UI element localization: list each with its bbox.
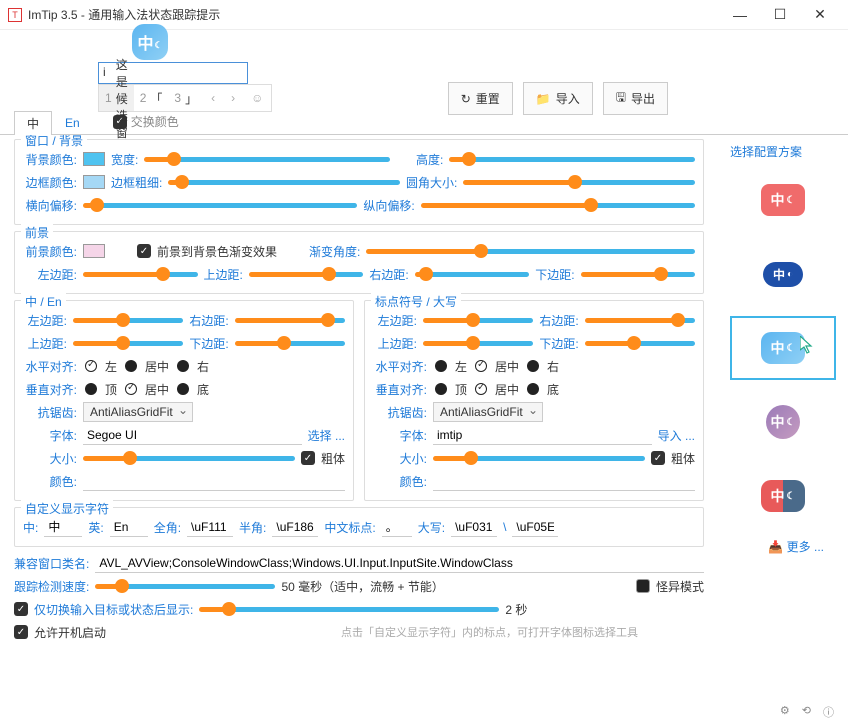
antialias-select[interactable]: AntiAliasGridFit bbox=[83, 402, 193, 422]
pc-bottom-slider[interactable] bbox=[585, 336, 695, 350]
char-cnpunct-input[interactable] bbox=[382, 518, 412, 537]
scheme-item-5[interactable]: 中☾ bbox=[730, 464, 836, 528]
color1-input[interactable] bbox=[83, 472, 345, 491]
valign-top-radio[interactable] bbox=[85, 383, 97, 395]
candidate-item[interactable]: 1这是候选窗 bbox=[99, 85, 134, 111]
font2-input[interactable] bbox=[433, 426, 652, 445]
pc-right-slider[interactable] bbox=[585, 313, 695, 327]
group-zh-en: 中 / En 左边距: 右边距: 上边距: 下边距: 水平对齐: 左 居中 右 … bbox=[14, 300, 354, 501]
candidate-emoji[interactable]: ☺ bbox=[243, 91, 271, 105]
candidate-next[interactable]: › bbox=[223, 91, 243, 105]
maximize-button[interactable]: ☐ bbox=[760, 1, 800, 29]
border-color-swatch[interactable] bbox=[83, 175, 105, 189]
candidate-item[interactable]: 2「 bbox=[134, 85, 169, 111]
pc-top-slider[interactable] bbox=[423, 336, 533, 350]
pc-valign-bottom-radio[interactable] bbox=[527, 383, 539, 395]
corner-slider[interactable] bbox=[463, 175, 695, 189]
h-offset-slider[interactable] bbox=[83, 198, 357, 212]
candidate-item[interactable]: 3」 bbox=[168, 85, 203, 111]
pc-halign-center-radio[interactable] bbox=[475, 360, 487, 372]
preview-badge: 中 bbox=[132, 24, 168, 60]
switch-show-check[interactable]: ✓ bbox=[14, 602, 28, 616]
fg-color-swatch[interactable] bbox=[83, 244, 105, 258]
tab-en[interactable]: En bbox=[52, 112, 93, 133]
char-full-input[interactable] bbox=[187, 518, 233, 537]
tab-zh[interactable]: 中 bbox=[14, 111, 52, 135]
close-button[interactable]: ✕ bbox=[800, 1, 840, 29]
switch-show-slider[interactable] bbox=[199, 602, 499, 616]
halign-center-radio[interactable] bbox=[125, 360, 137, 372]
app-icon: T bbox=[8, 8, 22, 22]
reset-button[interactable]: ↻ 重置 bbox=[448, 82, 513, 115]
bg-color-swatch[interactable] bbox=[83, 152, 105, 166]
pc-antialias-select[interactable]: AntiAliasGridFit bbox=[433, 402, 543, 422]
font-import-link[interactable]: 导入 ... bbox=[658, 427, 695, 444]
fg-bottom-slider[interactable] bbox=[581, 267, 696, 281]
more-schemes-link[interactable]: 📥 更多 ... bbox=[730, 538, 836, 555]
char-zh-input[interactable] bbox=[44, 518, 82, 537]
settings-icon[interactable]: ⚙ bbox=[780, 704, 790, 720]
font-select-link[interactable]: 选择 ... bbox=[308, 427, 345, 444]
size2-slider[interactable] bbox=[433, 451, 645, 465]
scheme-item-2[interactable]: 中◐ bbox=[730, 242, 836, 306]
minimize-button[interactable]: — bbox=[720, 1, 760, 29]
window-title: ImTip 3.5 - 通用输入法状态跟踪提示 bbox=[28, 6, 720, 23]
pc-valign-top-radio[interactable] bbox=[435, 383, 447, 395]
scheme-item-1[interactable]: 中☾ bbox=[730, 168, 836, 232]
candidate-prev[interactable]: ‹ bbox=[203, 91, 223, 105]
pc-halign-right-radio[interactable] bbox=[527, 360, 539, 372]
bold2-check[interactable]: ✓ bbox=[651, 451, 665, 465]
valign-center-radio[interactable] bbox=[125, 383, 137, 395]
zhen-left-slider[interactable] bbox=[73, 313, 183, 327]
color2-input[interactable] bbox=[433, 472, 695, 491]
halign-right-radio[interactable] bbox=[177, 360, 189, 372]
pc-left-slider[interactable] bbox=[423, 313, 533, 327]
detect-speed-slider[interactable] bbox=[95, 579, 275, 593]
width-slider[interactable] bbox=[144, 152, 390, 166]
valign-bottom-radio[interactable] bbox=[177, 383, 189, 395]
gradient-check[interactable]: ✓ bbox=[137, 244, 151, 258]
height-slider[interactable] bbox=[449, 152, 695, 166]
gradient-angle-slider[interactable] bbox=[366, 244, 695, 258]
scheme-item-3[interactable]: 中☾ bbox=[730, 316, 836, 380]
fg-top-slider[interactable] bbox=[249, 267, 364, 281]
zhen-top-slider[interactable] bbox=[73, 336, 183, 350]
group-custom-chars: 自定义显示字符 中: 英: 全角: 半角: 中文标点: 大写: \ bbox=[14, 507, 704, 547]
group-punct-caps: 标点符号 / 大写 左边距: 右边距: 上边距: 下边距: 水平对齐: 左 居中… bbox=[364, 300, 704, 501]
fg-left-slider[interactable] bbox=[83, 267, 198, 281]
scheme-panel: 选择配置方案 中☾ 中◐ 中☾ 中☾ 中☾ 📥 更多 ... bbox=[718, 135, 848, 719]
export-button[interactable]: 🖫 导出 bbox=[603, 82, 668, 115]
pc-valign-center-radio[interactable] bbox=[475, 383, 487, 395]
halign-left-radio[interactable] bbox=[85, 360, 97, 372]
bottom-bar: ⚙ ⟲ ⓘ bbox=[780, 704, 834, 720]
border-weight-slider[interactable] bbox=[168, 175, 400, 189]
zhen-bottom-slider[interactable] bbox=[235, 336, 345, 350]
char-half-input[interactable] bbox=[272, 518, 318, 537]
char-caps-input[interactable] bbox=[451, 518, 497, 537]
titlebar: T ImTip 3.5 - 通用输入法状态跟踪提示 — ☐ ✕ bbox=[0, 0, 848, 30]
startup-check[interactable]: ✓ bbox=[14, 625, 28, 639]
info-icon[interactable]: ⓘ bbox=[823, 704, 834, 720]
group-foreground: 前景 前景颜色: ✓ 前景到背景色渐变效果 渐变角度: 左边距: 上边距: 右边… bbox=[14, 231, 704, 294]
fg-right-slider[interactable] bbox=[415, 267, 530, 281]
refresh-icon[interactable]: ⟲ bbox=[802, 704, 811, 720]
v-offset-slider[interactable] bbox=[421, 198, 695, 212]
scheme-item-4[interactable]: 中☾ bbox=[730, 390, 836, 454]
preview-area: 中 i 1这是候选窗 2「 3」 ‹ › ☺ ↻ 重置 📁 导入 🖫 导出 bbox=[0, 30, 848, 105]
char-en-input[interactable] bbox=[110, 518, 148, 537]
char-slash-input[interactable] bbox=[512, 518, 558, 537]
size1-slider[interactable] bbox=[83, 451, 295, 465]
bold1-check[interactable]: ✓ bbox=[301, 451, 315, 465]
import-button[interactable]: 📁 导入 bbox=[523, 82, 593, 115]
group-window-bg: 窗口 / 背景 背景颜色: 宽度: 高度: 边框颜色: 边框粗细: 圆角大小: … bbox=[14, 139, 704, 225]
font1-input[interactable] bbox=[83, 426, 302, 445]
zhen-right-slider[interactable] bbox=[235, 313, 345, 327]
compat-class-input[interactable] bbox=[95, 554, 704, 573]
candidate-bar: 1这是候选窗 2「 3」 ‹ › ☺ bbox=[98, 84, 272, 112]
weird-mode-check[interactable] bbox=[636, 579, 650, 593]
pc-halign-left-radio[interactable] bbox=[435, 360, 447, 372]
